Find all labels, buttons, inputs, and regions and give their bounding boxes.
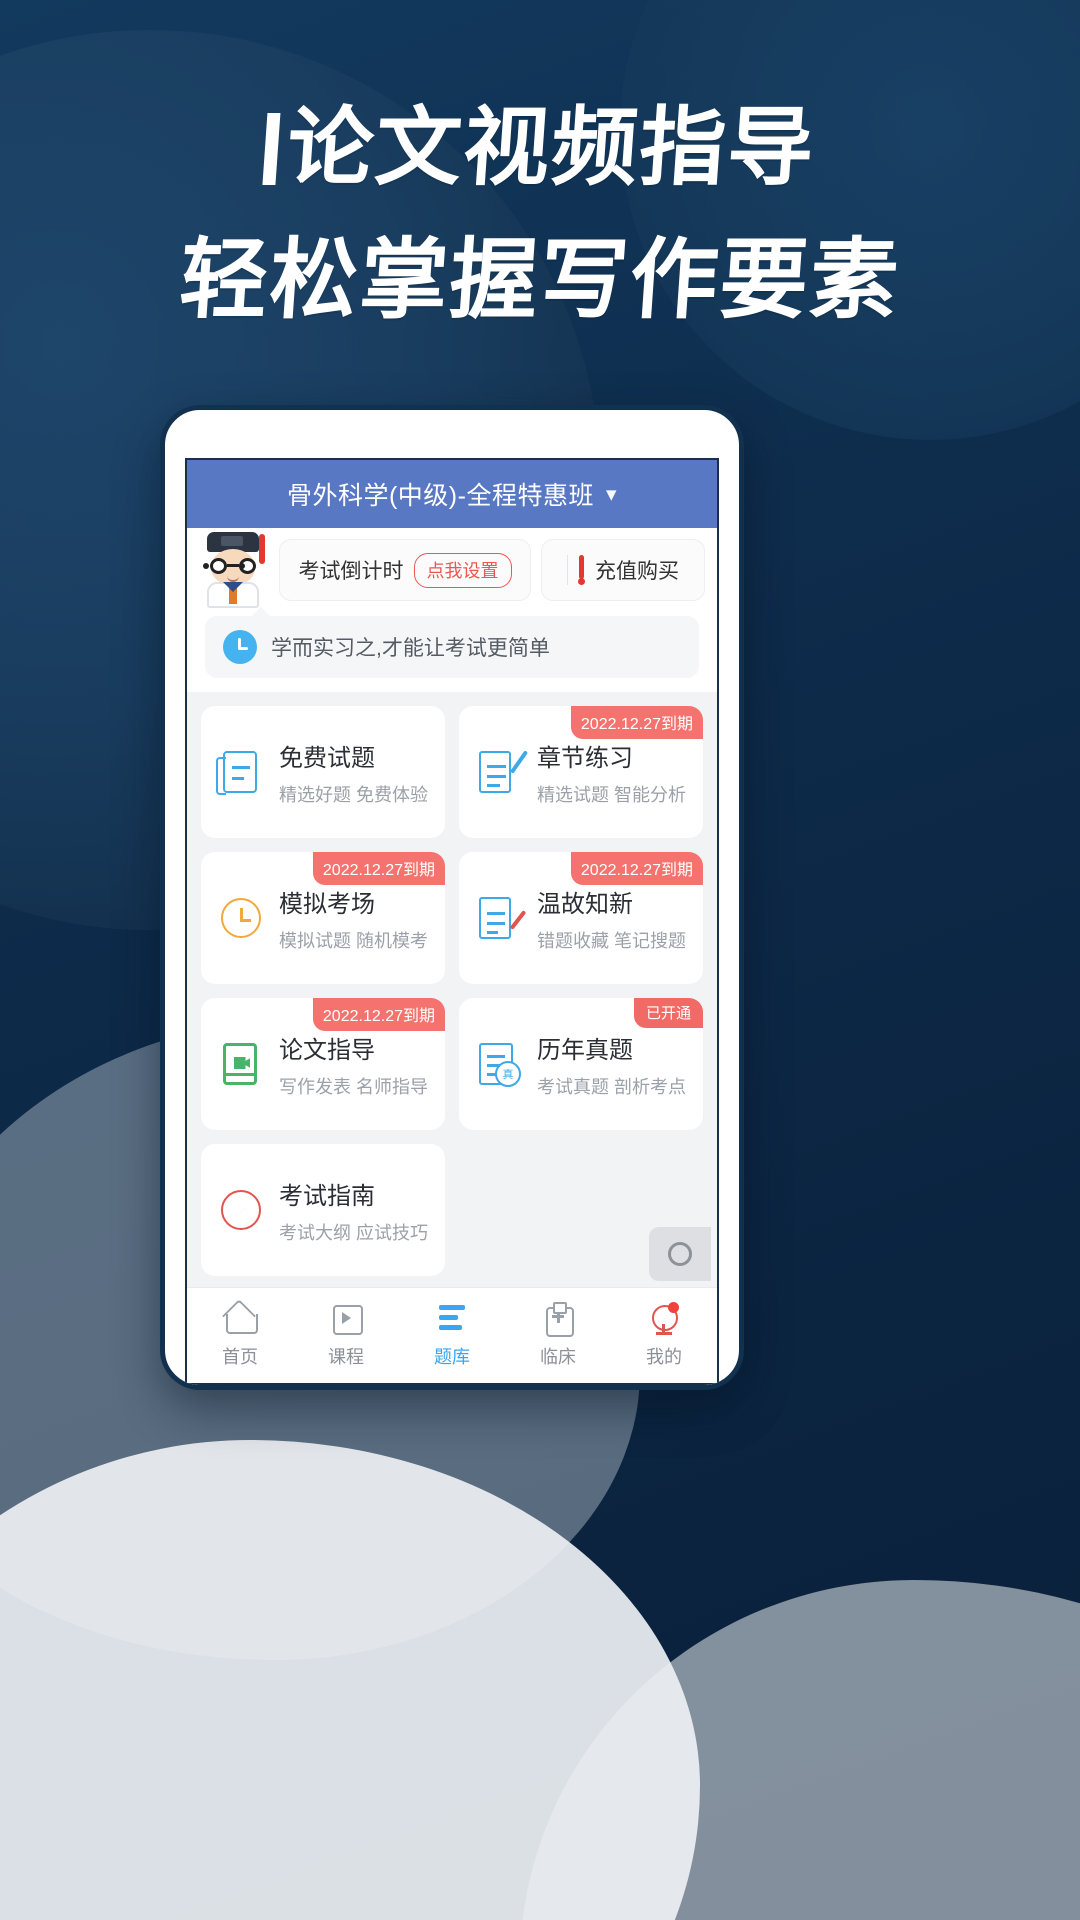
recharge-purchase-button[interactable]: 充值购买 (541, 539, 705, 601)
profile-icon (647, 1302, 681, 1335)
tab-label: 我的 (646, 1347, 682, 1367)
headline-line-2: 轻松掌握写作要素 (176, 228, 904, 331)
home-icon (223, 1302, 258, 1334)
card-subtitle: 错题收藏 笔记搜题 (537, 930, 687, 951)
feature-card-chapter-practice[interactable]: 2022.12.27到期 章节练习 精选试题 智能分析 (459, 706, 703, 838)
review-note-icon (475, 894, 523, 942)
card-subtitle: 考试真题 剖析考点 (537, 1076, 687, 1097)
card-title: 模拟考场 (279, 890, 375, 918)
notice-banner[interactable]: 学而实习之,才能让考试更简单 (205, 607, 699, 678)
tab-clinical[interactable]: 临床 (505, 1288, 611, 1383)
poster-headline: 论文视频指导 轻松掌握写作要素 (0, 92, 1080, 336)
exam-countdown-button[interactable]: 考试倒计时 点我设置 (279, 539, 531, 601)
notice-wrapper: 学而实习之,才能让考试更简单 (187, 607, 717, 692)
card-subtitle: 考试大纲 应试技巧 (279, 1222, 429, 1243)
expiry-tag: 2022.12.27到期 (312, 852, 445, 885)
thermometer-icon (578, 555, 585, 585)
tab-home[interactable]: 首页 (187, 1288, 293, 1383)
card-subtitle: 模拟试题 随机模考 (279, 930, 429, 951)
clock-icon (223, 630, 257, 664)
countdown-row: 考试倒计时 点我设置 充值购买 (187, 528, 717, 612)
graduate-avatar-icon (197, 532, 269, 608)
expiry-tag: 2022.12.27到期 (570, 706, 703, 739)
feature-card-free-questions[interactable]: 免费试题 精选好题 免费体验 (201, 706, 445, 838)
question-bank-icon (435, 1302, 469, 1334)
app-screen: 骨外科学(中级)-全程特惠班 ▾ 考试倒计时 点我设置 充值购买 学而实习之,才… (185, 458, 719, 1385)
chapter-practice-edit-icon (475, 748, 523, 796)
course-icon (329, 1302, 363, 1335)
exam-guide-compass-icon (217, 1186, 265, 1234)
expiry-tag: 2022.12.27到期 (570, 852, 703, 885)
card-title: 温故知新 (537, 890, 633, 918)
notification-dot (668, 1302, 679, 1313)
card-title: 历年真题 (537, 1036, 633, 1064)
course-selector-header[interactable]: 骨外科学(中级)-全程特惠班 ▾ (187, 460, 717, 528)
recharge-label: 充值购买 (595, 560, 679, 583)
feature-card-review[interactable]: 2022.12.27到期 温故知新 错题收藏 笔记搜题 (459, 852, 703, 984)
tab-profile[interactable]: 我的 (611, 1288, 717, 1383)
card-subtitle: 精选试题 智能分析 (537, 784, 687, 805)
feature-grid: 免费试题 精选好题 免费体验 2022.12.27到期 章节练习 精选试题 智能… (201, 706, 703, 1276)
headline-line-1-text: 论文视频指导 (284, 98, 819, 198)
tab-label: 题库 (434, 1347, 470, 1367)
countdown-set-badge[interactable]: 点我设置 (413, 552, 512, 588)
tab-label: 课程 (328, 1347, 364, 1367)
chevron-down-icon: ▾ (605, 482, 618, 506)
notice-text: 学而实习之,才能让考试更简单 (271, 637, 550, 660)
card-subtitle: 精选好题 免费体验 (279, 784, 429, 805)
phone-mockup: 骨外科学(中级)-全程特惠班 ▾ 考试倒计时 点我设置 充值购买 学而实习之,才… (160, 405, 744, 1390)
mock-exam-clock-icon (217, 894, 265, 942)
tab-label: 临床 (540, 1347, 576, 1367)
thesis-video-book-icon (217, 1040, 265, 1088)
activated-tag: 已开通 (633, 998, 703, 1028)
clinical-icon (541, 1302, 575, 1337)
headline-line-1: 论文视频指导 (0, 92, 1080, 204)
headline-accent-bar (261, 113, 280, 185)
card-title: 论文指导 (279, 1036, 375, 1064)
feature-card-thesis-guidance[interactable]: 2022.12.27到期 论文指导 写作发表 名师指导 (201, 998, 445, 1130)
course-title: 骨外科学(中级)-全程特惠班 (286, 482, 594, 510)
feature-card-past-papers[interactable]: 已开通 历年真题 考试真题 剖析考点 (459, 998, 703, 1130)
card-subtitle: 写作发表 名师指导 (279, 1076, 429, 1097)
divider (567, 555, 568, 585)
card-title: 免费试题 (279, 744, 375, 772)
free-questions-doc-icon (216, 748, 265, 796)
tab-question-bank[interactable]: 题库 (399, 1288, 505, 1383)
tab-course[interactable]: 课程 (293, 1288, 399, 1383)
feature-card-exam-guide[interactable]: 考试指南 考试大纲 应试技巧 (201, 1144, 445, 1276)
card-title: 章节练习 (537, 744, 633, 772)
card-title: 考试指南 (279, 1182, 375, 1210)
bottom-tab-bar: 首页 课程 题库 临床 我的 (187, 1287, 717, 1383)
customer-service-icon[interactable] (649, 1227, 711, 1281)
past-papers-icon (475, 1040, 523, 1088)
expiry-tag: 2022.12.27到期 (312, 998, 445, 1031)
countdown-label: 考试倒计时 (298, 560, 404, 583)
tab-label: 首页 (222, 1347, 258, 1367)
feature-grid-scroll[interactable]: 免费试题 精选好题 免费体验 2022.12.27到期 章节练习 精选试题 智能… (187, 692, 717, 1287)
feature-card-mock-exam[interactable]: 2022.12.27到期 模拟考场 模拟试题 随机模考 (201, 852, 445, 984)
service-ring (668, 1242, 692, 1266)
